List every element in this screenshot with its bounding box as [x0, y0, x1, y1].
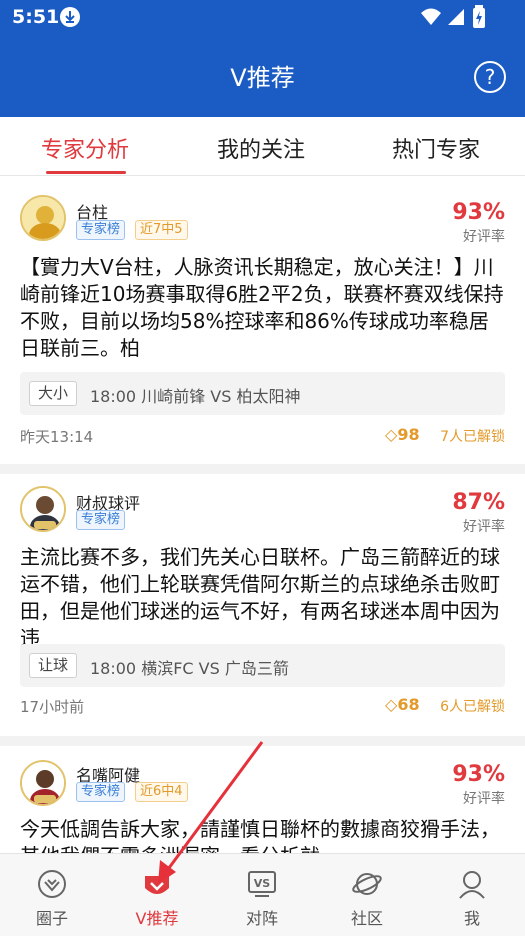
nav-label: 圈子	[35, 909, 68, 928]
signal-icon	[446, 7, 466, 31]
tab-expert-analysis[interactable]: 专家分析	[41, 132, 129, 164]
match-info[interactable]: 让球 18:00 横滨FC VS 广岛三箭	[20, 644, 505, 687]
diamond-icon: ◇	[385, 425, 398, 444]
nav-label: 社区	[350, 909, 383, 928]
avatar[interactable]	[20, 760, 66, 806]
expert-rank-badge: 专家榜	[76, 510, 126, 530]
post-text[interactable]: 今天低調告訴大家，請謹慎日聯杯的數據商狡猾手法，其他我們不需多洲漏密，看分析就	[20, 816, 508, 853]
match-text: 18:00 横滨FC VS 广岛三箭	[90, 659, 289, 678]
post-text[interactable]: 主流比赛不多，我们先关心日联杯。广岛三箭醉近的球运不错，他们上轮联赛凭借阿尔斯兰…	[20, 544, 508, 652]
tab-hot-experts[interactable]: 热门专家	[392, 132, 480, 164]
avatar[interactable]	[20, 486, 66, 532]
nav-circle[interactable]: 圈子	[7, 854, 97, 936]
rating-value: 93%	[452, 200, 505, 225]
match-text: 18:00 川崎前锋 VS 柏太阳神	[90, 387, 301, 406]
recent-record-badge: 近6中4	[135, 782, 188, 802]
bet-type-tag: 让球	[29, 653, 78, 678]
avatar[interactable]	[20, 195, 66, 241]
post-feed[interactable]: 台柱 专家榜 近7中5 93% 好评率 【實力大V台柱，人脉资讯长期稳定，放心关…	[0, 177, 525, 853]
price: ◇98	[385, 425, 420, 444]
app-header: 5:51 V推荐 ?	[0, 0, 525, 117]
circle-icon	[38, 870, 66, 898]
rating-value: 93%	[452, 762, 505, 787]
divider	[0, 736, 525, 746]
tab-bar: 专家分析 我的关注 热门专家	[0, 117, 525, 176]
bet-type-tag: 大小	[29, 381, 78, 406]
svg-text:VS: VS	[254, 877, 271, 890]
planet-icon	[352, 873, 382, 895]
status-bar: 5:51	[0, 0, 525, 36]
battery-icon	[472, 5, 486, 33]
expert-rank-badge: 专家榜	[76, 220, 126, 240]
active-tab-indicator	[46, 171, 126, 174]
nav-label: 对阵	[245, 909, 278, 928]
user-icon	[459, 871, 485, 899]
nav-label: V推荐	[135, 909, 179, 928]
bottom-nav: 圈子 V推荐 VS 对阵 社区 我	[0, 853, 525, 936]
page-title: V推荐	[230, 64, 295, 92]
nav-v-recommend[interactable]: V推荐	[112, 854, 202, 936]
post-card[interactable]: 名嘴阿健 专家榜 近6中4 93% 好评率 今天低調告訴大家，請謹慎日聯杯的數據…	[0, 746, 525, 853]
rating-value: 87%	[452, 490, 505, 515]
post-text[interactable]: 【實力大V台柱，人脉资讯长期稳定，放心关注！】川崎前锋近10场赛事取得6胜2平2…	[20, 254, 508, 362]
nav-me[interactable]: 我	[427, 854, 517, 936]
post-time: 昨天13:14	[20, 428, 94, 446]
nav-vs[interactable]: VS 对阵	[217, 854, 307, 936]
divider	[0, 464, 525, 474]
vs-icon: VS	[248, 871, 276, 897]
v-recommend-icon	[145, 876, 169, 894]
price-value: 68	[397, 695, 420, 714]
diamond-icon: ◇	[385, 695, 398, 714]
post-time: 17小时前	[20, 698, 85, 716]
post-card[interactable]: 财叔球评 专家榜 87% 好评率 主流比赛不多，我们先关心日联杯。广岛三箭醉近的…	[0, 474, 525, 736]
unlock-count: 7人已解锁	[440, 429, 505, 445]
unlock-count: 6人已解锁	[440, 699, 505, 715]
price-value: 98	[397, 425, 420, 444]
rating-label: 好评率	[463, 519, 505, 535]
rating-label: 好评率	[463, 229, 505, 245]
recent-record-badge: 近7中5	[135, 220, 188, 240]
price: ◇68	[385, 695, 420, 714]
help-button[interactable]: ?	[474, 61, 506, 93]
post-card[interactable]: 台柱 专家榜 近7中5 93% 好评率 【實力大V台柱，人脉资讯长期稳定，放心关…	[0, 177, 525, 464]
nav-community[interactable]: 社区	[322, 854, 412, 936]
nav-label: 我	[463, 909, 480, 928]
match-info[interactable]: 大小 18:00 川崎前锋 VS 柏太阳神	[20, 372, 505, 415]
expert-rank-badge: 专家榜	[76, 782, 126, 802]
download-icon	[60, 7, 80, 27]
tab-my-follows[interactable]: 我的关注	[217, 132, 305, 164]
rating-label: 好评率	[463, 791, 505, 807]
status-time: 5:51	[12, 6, 60, 28]
wifi-icon	[420, 7, 442, 31]
